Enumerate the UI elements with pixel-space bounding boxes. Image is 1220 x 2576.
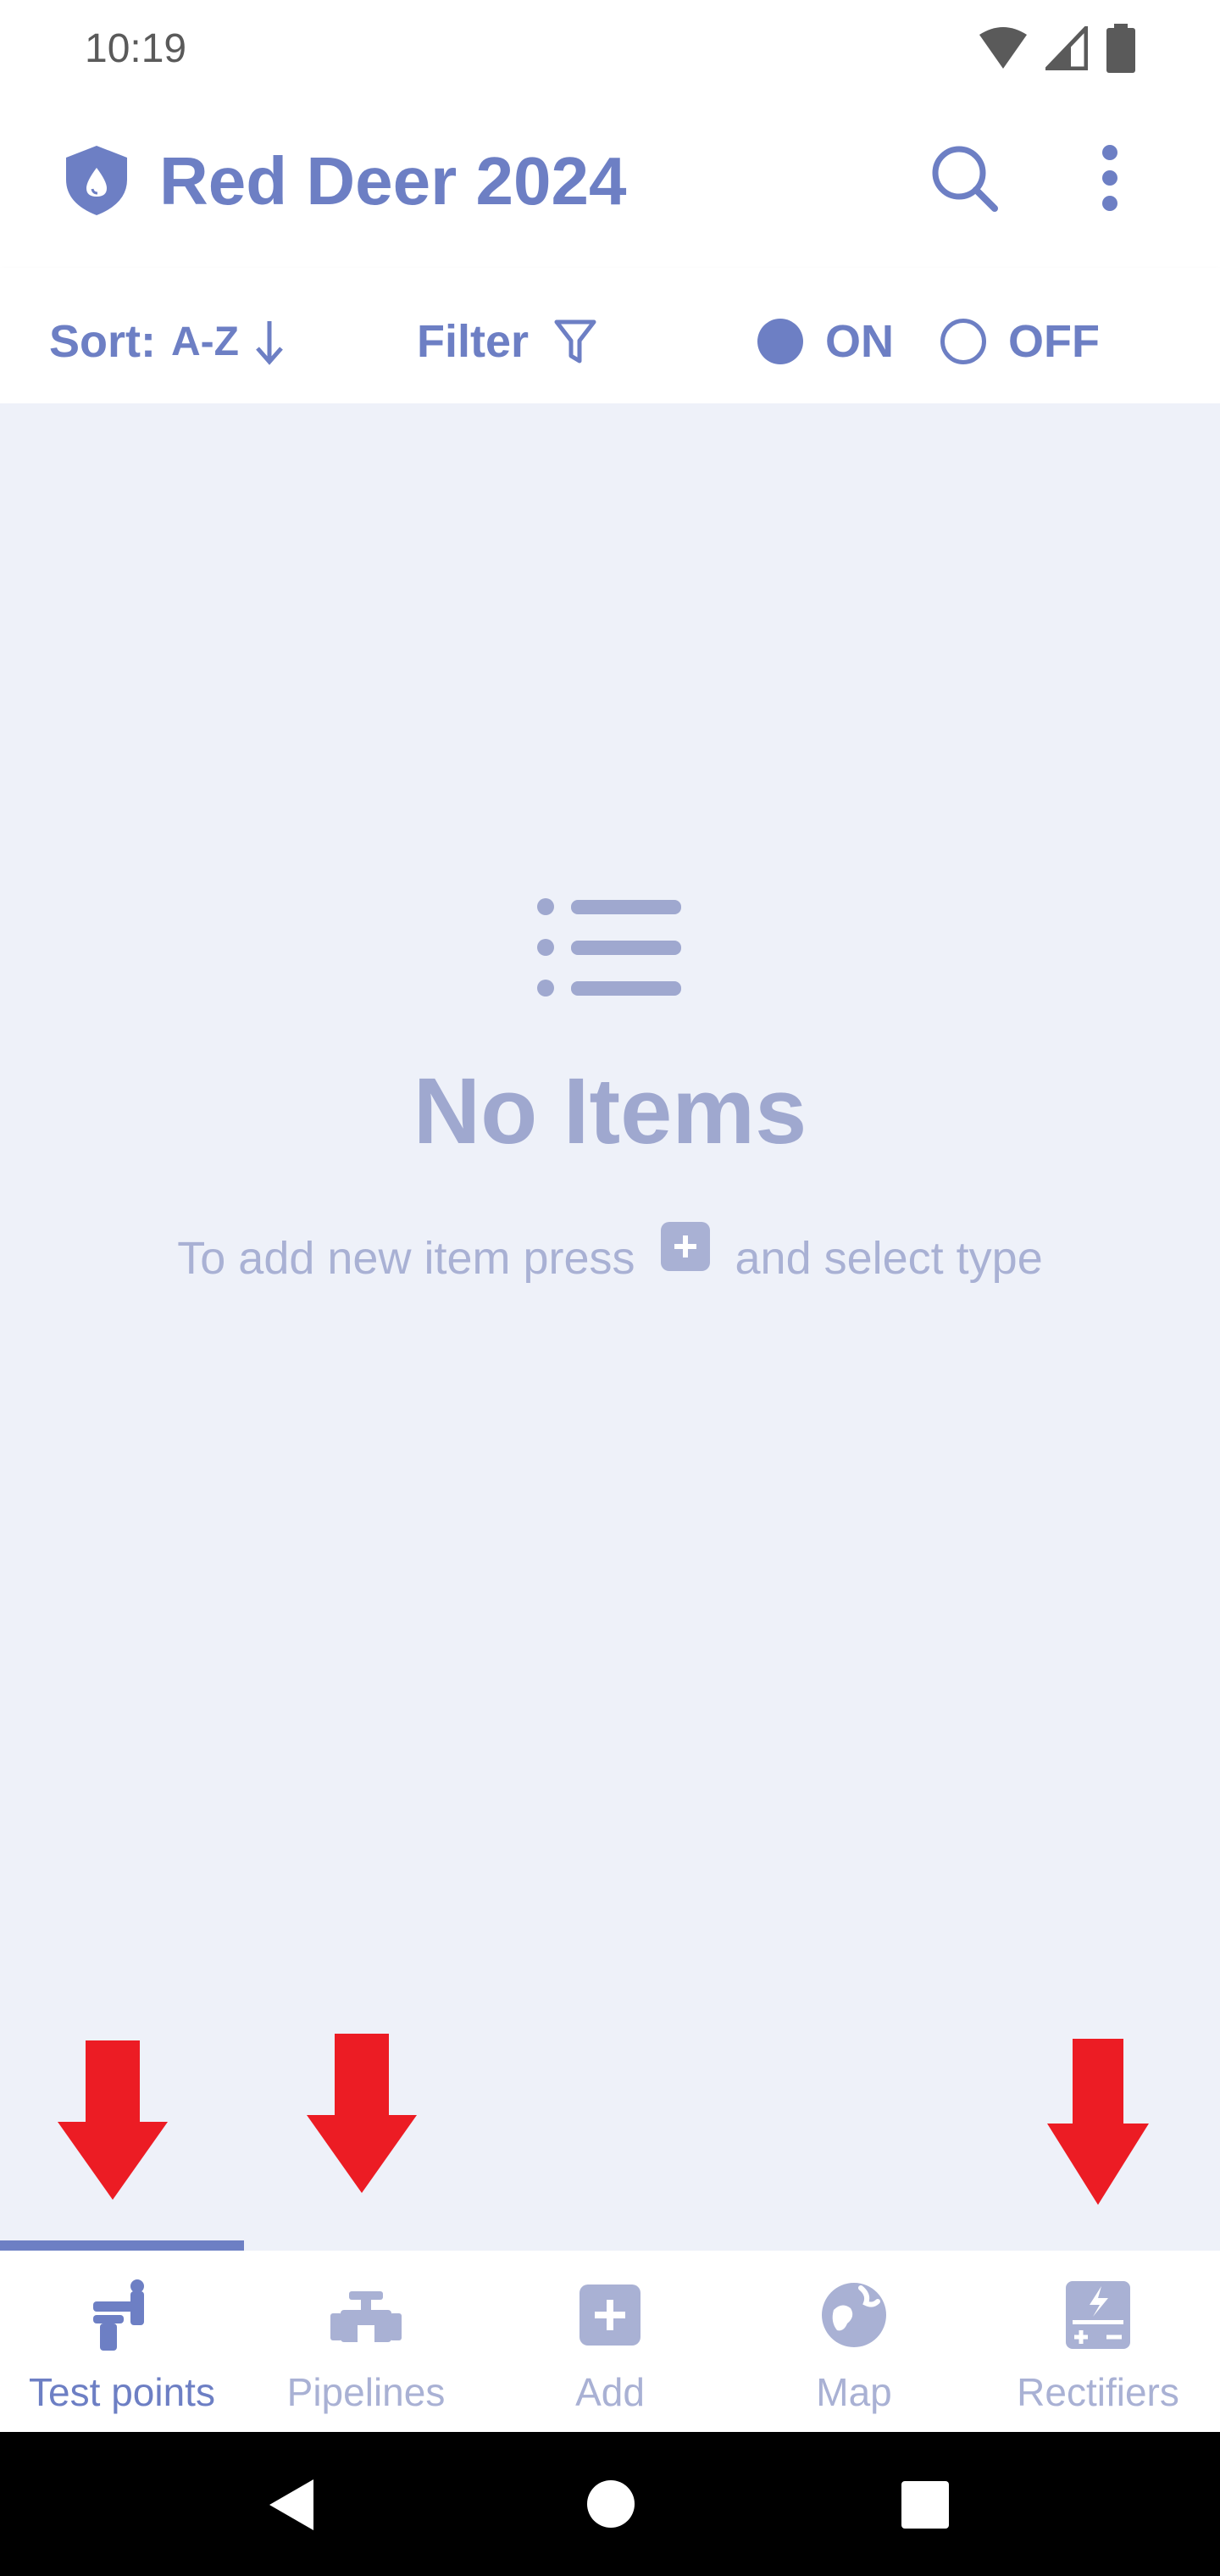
radio-off-indicator — [940, 319, 986, 364]
back-icon[interactable] — [266, 2478, 315, 2532]
sort-filter-toolbar: Sort: A-Z Filter ON OFF — [0, 268, 1220, 403]
empty-hint-before: To add new item press — [177, 1233, 635, 1284]
status-icons — [979, 24, 1135, 73]
shield-drop-icon — [66, 146, 127, 215]
annotation-arrow-test-points — [58, 2040, 168, 2200]
filter-icon — [554, 319, 596, 364]
nav-item-rectifiers[interactable]: Rectifiers — [976, 2251, 1220, 2432]
list-icon — [537, 898, 681, 997]
nav-label: Pipelines — [286, 2370, 446, 2414]
system-nav-bar — [0, 2432, 1220, 2576]
arrow-down-icon — [256, 321, 283, 365]
more-vert-icon[interactable] — [1093, 142, 1127, 214]
filter-control[interactable]: Filter — [417, 315, 596, 368]
filter-label: Filter — [417, 316, 530, 367]
home-icon[interactable] — [586, 2479, 635, 2529]
active-tab-indicator — [0, 2240, 244, 2251]
radio-on[interactable]: ON — [757, 315, 894, 368]
radio-on-indicator — [757, 319, 803, 364]
battery-icon — [1106, 24, 1135, 73]
rectifier-icon — [1066, 2281, 1130, 2349]
nav-label: Add — [575, 2370, 645, 2414]
status-bar: 10:19 — [0, 0, 1220, 98]
bottom-nav: Test points Pipelines Add Map Rectifiers — [0, 2251, 1220, 2432]
test-point-icon — [93, 2279, 144, 2351]
nav-item-add[interactable]: Add — [488, 2251, 732, 2432]
status-time: 10:19 — [85, 26, 187, 71]
sort-value: A-Z — [170, 319, 239, 364]
pipeline-icon — [330, 2291, 402, 2342]
nav-item-map[interactable]: Map — [732, 2251, 976, 2432]
radio-off[interactable]: OFF — [940, 315, 1100, 368]
radio-off-label: OFF — [1008, 316, 1100, 367]
app-title: Red Deer 2024 — [159, 143, 627, 219]
nav-label: Map — [816, 2370, 892, 2414]
nav-label: Test points — [29, 2370, 215, 2414]
plus-square-icon — [660, 1222, 710, 1271]
radio-on-label: ON — [825, 316, 894, 367]
annotation-arrow-pipelines — [307, 2034, 417, 2193]
nav-item-pipelines[interactable]: Pipelines — [244, 2251, 488, 2432]
globe-icon — [822, 2283, 886, 2347]
sort-control[interactable]: Sort: A-Z — [49, 315, 285, 368]
wifi-icon — [979, 27, 1027, 69]
nav-item-test-points[interactable]: Test points — [0, 2251, 244, 2432]
annotation-arrow-rectifiers — [1047, 2039, 1149, 2205]
empty-title: No Items — [413, 1059, 807, 1163]
nav-label: Rectifiers — [1017, 2370, 1179, 2414]
app-bar: Red Deer 2024 — [0, 98, 1220, 268]
cell-signal-icon — [1045, 26, 1088, 70]
sort-label: Sort: — [49, 316, 156, 367]
recents-icon[interactable] — [901, 2481, 949, 2529]
empty-hint: To add new item press and select type — [0, 1222, 1220, 1285]
add-square-icon — [580, 2285, 640, 2346]
search-icon[interactable] — [929, 142, 1000, 214]
empty-hint-after: and select type — [735, 1233, 1043, 1284]
list-content[interactable]: No Items To add new item press and selec… — [0, 403, 1220, 2251]
